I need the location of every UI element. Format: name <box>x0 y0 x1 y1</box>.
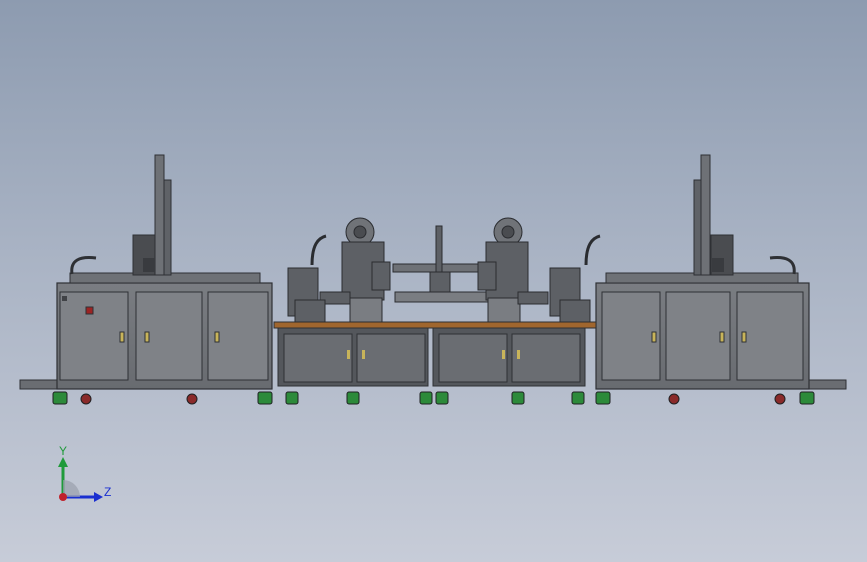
emergency-stop-icon <box>85 306 94 315</box>
casters <box>52 391 815 405</box>
right-cabinet <box>595 154 810 390</box>
center-benches <box>273 321 597 387</box>
cad-viewport[interactable]: Y Z <box>0 0 867 562</box>
z-axis-label: Z <box>104 485 111 499</box>
left-cabinet <box>56 154 273 390</box>
axis-triad: Y Z <box>58 444 111 502</box>
assembly-drawing: Y Z <box>19 154 847 502</box>
y-axis-label: Y <box>59 444 67 458</box>
machinery <box>287 217 601 323</box>
